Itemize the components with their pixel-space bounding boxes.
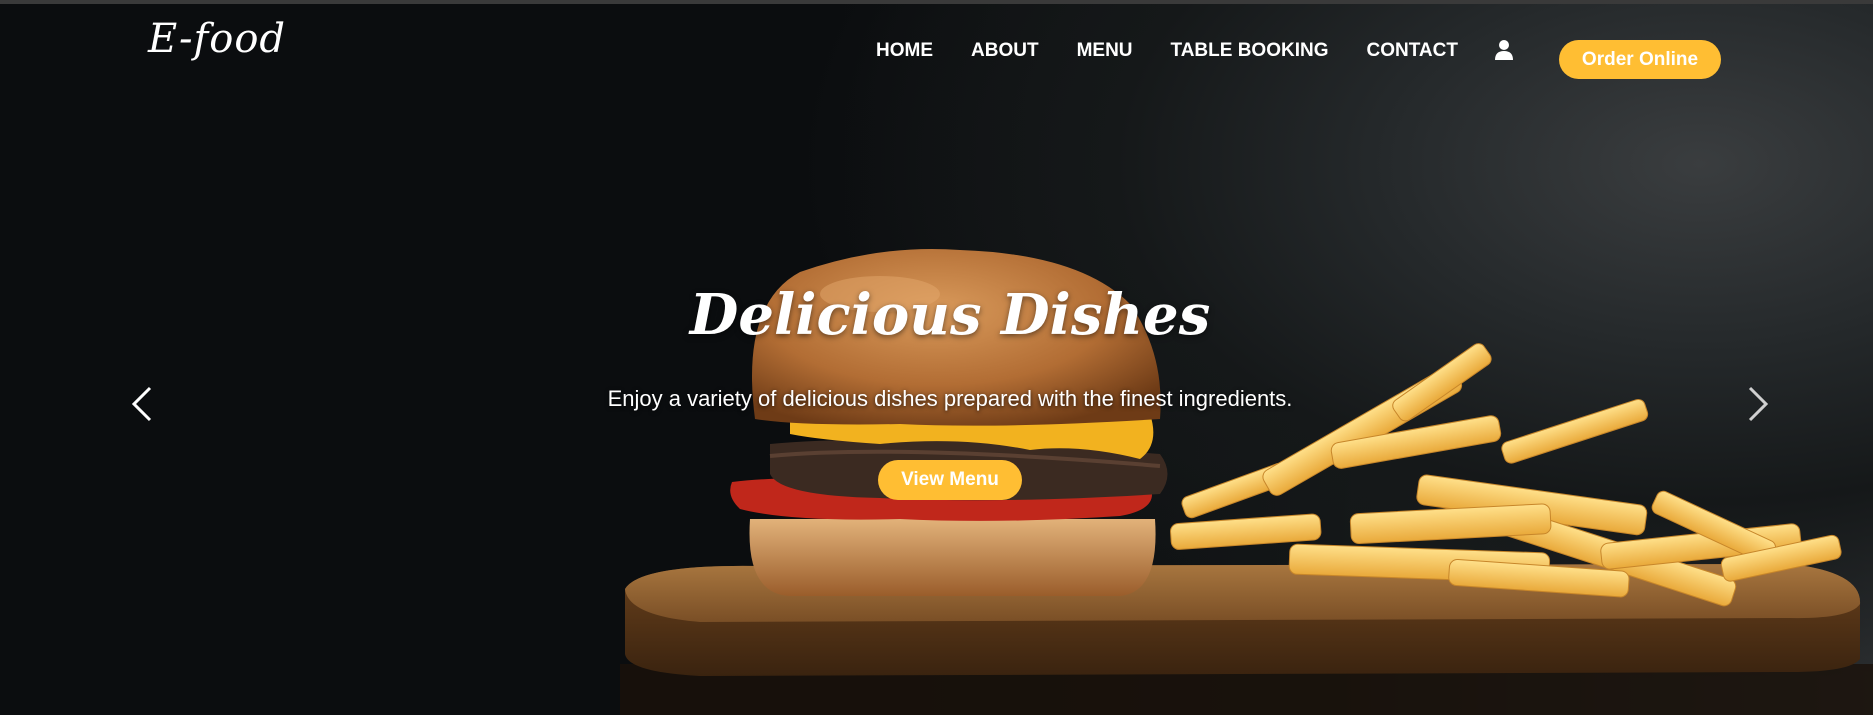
main-nav: HOME ABOUT MENU TABLE BOOKING CONTACT <box>876 40 1496 62</box>
order-online-button[interactable]: Order Online <box>1559 40 1721 79</box>
hero-title: Delicious Dishes <box>689 282 1211 348</box>
logo[interactable]: E-food <box>148 16 286 62</box>
nav-about[interactable]: ABOUT <box>971 40 1039 62</box>
nav-home[interactable]: HOME <box>876 40 933 62</box>
nav-contact[interactable]: CONTACT <box>1367 40 1458 62</box>
nav-menu[interactable]: MENU <box>1077 40 1133 62</box>
hero-subtitle: Enjoy a variety of delicious dishes prep… <box>607 386 1293 411</box>
chevron-right-icon[interactable] <box>1742 384 1772 424</box>
chevron-left-icon[interactable] <box>128 384 158 424</box>
user-icon[interactable] <box>1492 38 1516 62</box>
view-menu-button[interactable]: View Menu <box>878 460 1022 500</box>
nav-table-booking[interactable]: TABLE BOOKING <box>1171 40 1329 62</box>
hero-carousel: E-food HOME ABOUT MENU TABLE BOOKING CON… <box>0 4 1873 715</box>
hero-food-image <box>620 248 1873 715</box>
